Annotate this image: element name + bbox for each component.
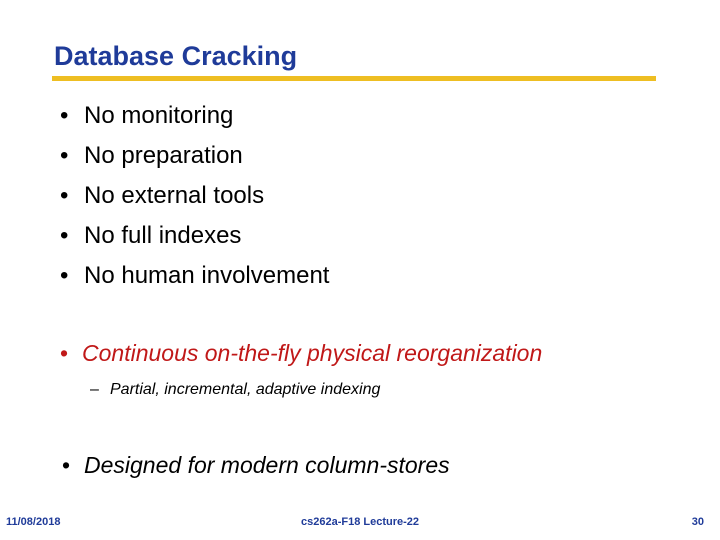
title-underline-rule <box>52 76 656 81</box>
footer-course-label: cs262a-F18 Lecture-22 <box>300 516 419 528</box>
list-item-label: No human involvement <box>84 262 330 289</box>
closing-bullet-label: Designed for modern column-stores <box>84 452 450 478</box>
slide-title: Database Cracking <box>54 41 298 71</box>
bullet-icon: • <box>60 222 69 249</box>
list-item: • No external tools <box>52 176 720 216</box>
sub-bullet-item: – Partial, incremental, adaptive indexin… <box>90 378 380 402</box>
bullet-icon: • <box>62 452 71 478</box>
slide-footer: 11/08/2018 cs262a-F18 Lecture-22 30 <box>0 516 720 536</box>
list-item: • No monitoring <box>52 96 720 136</box>
sub-bullet-label: Partial, incremental, adaptive indexing <box>110 381 381 398</box>
list-item: • No preparation <box>52 136 720 176</box>
dash-bullet-icon: – <box>90 381 99 398</box>
emphasis-bullet-item: • Continuous on-the-fly physical reorgan… <box>60 338 542 368</box>
bullet-icon: • <box>60 182 69 209</box>
footer-page-number: 30 <box>691 516 704 528</box>
slide-body: • No monitoring • No preparation • No ex… <box>0 96 720 296</box>
list-item-label: No monitoring <box>84 102 234 129</box>
bullet-icon: • <box>60 262 69 289</box>
list-item: • No full indexes <box>52 216 720 256</box>
list-item-label: No preparation <box>84 142 243 169</box>
closing-bullet-item: • Designed for modern column-stores <box>62 450 450 480</box>
bullet-icon: • <box>60 142 69 169</box>
slide-canvas: Database Cracking • No monitoring • No p… <box>0 0 720 540</box>
list-item-label: No full indexes <box>84 222 242 249</box>
emphasis-bullet-label: Continuous on-the-fly physical reorganiz… <box>82 340 543 366</box>
bullet-icon: • <box>60 340 69 366</box>
list-item-label: No external tools <box>84 182 265 209</box>
bullet-list: • No monitoring • No preparation • No ex… <box>0 96 720 296</box>
list-item: • No human involvement <box>52 256 720 296</box>
bullet-icon: • <box>60 102 69 129</box>
